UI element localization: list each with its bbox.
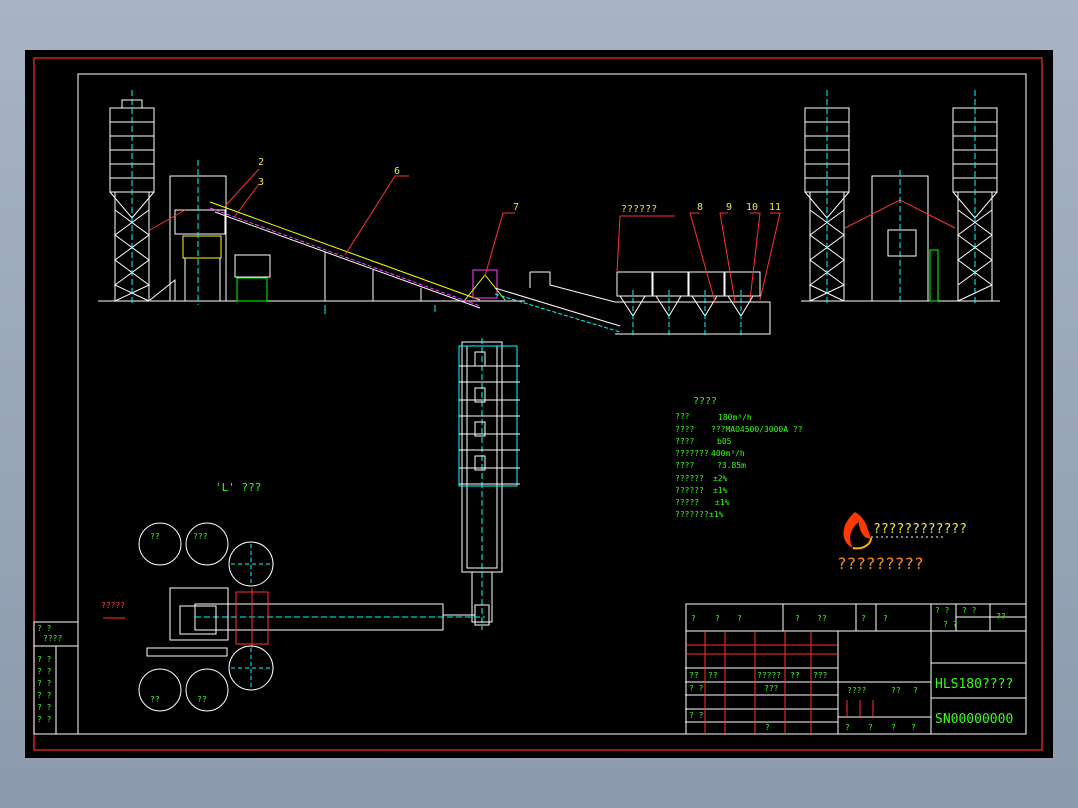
inner-frame (77, 73, 1027, 735)
drawing-model: HLS180???? (935, 677, 1013, 692)
tb-cell: ? (868, 723, 873, 732)
spec-key: ????? (675, 498, 699, 507)
tb-cell: ?? (708, 671, 718, 680)
lb-cell: ? ? (37, 679, 52, 688)
callout-11: 11 (769, 202, 781, 213)
tank-label-3: ?? (150, 695, 160, 704)
silo-left (109, 90, 155, 305)
spec-key: ??????? (675, 510, 709, 519)
tb-cell: ? ? (943, 620, 958, 629)
tb-cell: ? (737, 614, 742, 623)
tb-cell: ? (795, 614, 800, 623)
spec-key: ?????? (675, 474, 704, 483)
aggregate-bins-label: ?????? (621, 204, 657, 215)
tb-cell: ?? (891, 686, 901, 695)
lb-cell: ? ? (37, 667, 52, 676)
spec-value: ±1% (715, 498, 730, 507)
spec-value: 400m³/h (711, 449, 745, 458)
spec-key: ???? (675, 461, 694, 470)
layout-title: 'L' ??? (215, 481, 261, 494)
tb-cell: ??? (764, 684, 779, 693)
lb-cell: ? ? (37, 703, 52, 712)
tb-cell: ? (765, 723, 770, 732)
callout-6: 6 (394, 166, 400, 177)
tb-cell: ? (883, 614, 888, 623)
lb-cell: ? ? (37, 691, 52, 700)
tb-cell: ?? (996, 612, 1006, 621)
spec-value: ±1% (713, 486, 728, 495)
callout-8: 8 (697, 202, 703, 213)
cad-drawing-sheet: 2 3 6 7 8 9 10 11 ?????? 'L' ??? ????? ?… (25, 50, 1053, 758)
spec-value: b05 (717, 437, 732, 446)
lb-cell: ? ? (37, 655, 52, 664)
lb-cell: ? ? (37, 624, 52, 633)
callout-leaders (224, 168, 781, 303)
tb-cell: ? (891, 723, 896, 732)
tb-cell: ? (845, 723, 850, 732)
entrance-label: ????? (101, 601, 125, 610)
callout-7: 7 (513, 202, 519, 213)
tb-cell: ?? (689, 671, 699, 680)
tb-cell: ????? (757, 671, 781, 680)
tank-label-4: ?? (197, 695, 207, 704)
callout-9: 9 (726, 202, 732, 213)
spec-key: ?????? (675, 486, 704, 495)
spec-key: ??????? (675, 449, 709, 458)
logo-slogan: ????????? (837, 554, 924, 573)
logo-company-name: ???????????? (873, 522, 967, 537)
tb-cell: ? (715, 614, 720, 623)
tb-cell: ? (861, 614, 866, 623)
inclined-conveyor (209, 201, 481, 314)
tb-cell: ? ? (935, 606, 950, 615)
tank-label-2: ??? (193, 532, 208, 541)
spec-key: ??? (675, 412, 690, 421)
spec-value: ±1% (709, 510, 724, 519)
callout-3: 3 (258, 177, 264, 188)
lb-cell: ? ? (37, 715, 52, 724)
spec-key: ???? (675, 425, 694, 434)
specs-heading: ???? (693, 396, 717, 407)
spec-value: ???MAO4500/3000A ?? (711, 425, 803, 434)
tb-cell: ? ? (689, 684, 704, 693)
side-elevation (804, 90, 998, 305)
tb-cell: ?? (817, 614, 827, 623)
tb-cell: ? ? (689, 711, 704, 720)
spec-value: ?3.85m (717, 461, 746, 470)
cad-drawing-canvas: 2 3 6 7 8 9 10 11 ?????? 'L' ??? ????? ?… (33, 57, 1043, 751)
tb-cell: ? (913, 686, 918, 695)
plan-view (103, 338, 520, 712)
tank-label-1: ?? (150, 532, 160, 541)
left-block-cells: ? ? ???? ? ? ? ? ? ? ? ? ? ? ? ? (37, 624, 62, 724)
mixing-tower (149, 160, 271, 305)
callout-2: 2 (258, 157, 264, 168)
aggregate-bins (616, 271, 761, 335)
tb-cell: ??? (813, 671, 828, 680)
tb-cell: ?? (790, 671, 800, 680)
tb-cell: ? ? (962, 606, 977, 615)
callout-10: 10 (746, 202, 758, 213)
outer-frame (33, 57, 1043, 751)
tb-cell: ? (911, 723, 916, 732)
lb-cell: ???? (43, 634, 62, 643)
drawing-number: SN00000000 (935, 712, 1013, 727)
spec-value: 180m³/h (718, 413, 752, 422)
specs-table: ??? 180m³/h ???? ???MAO4500/3000A ?? ???… (675, 412, 803, 519)
tb-cell: ???? (847, 686, 866, 695)
tb-cell: ? (691, 614, 696, 623)
spec-key: ???? (675, 437, 694, 446)
spec-value: ±2% (713, 474, 728, 483)
